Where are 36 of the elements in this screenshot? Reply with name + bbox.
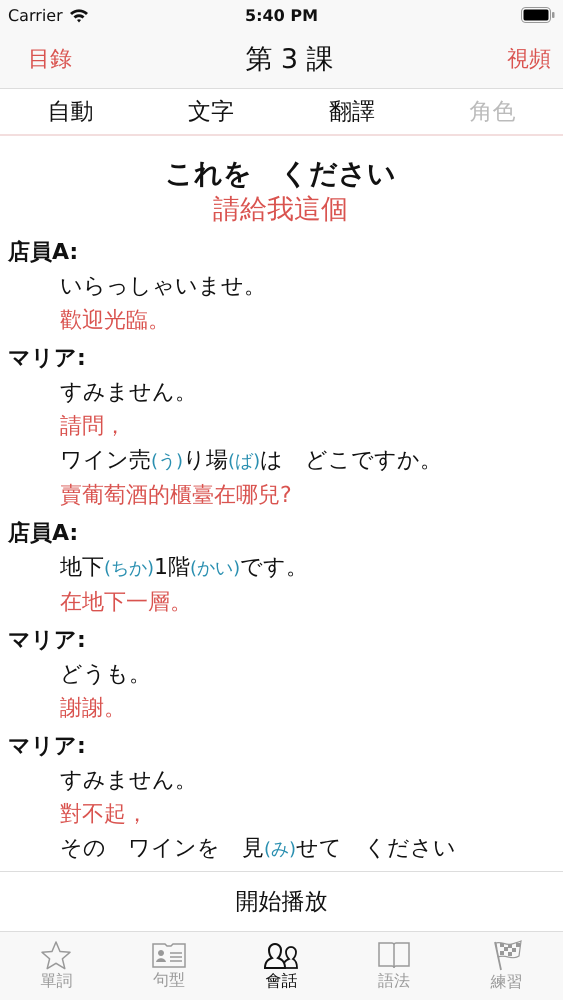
people-icon [263,940,300,970]
translation-line: 謝謝。 [59,695,126,723]
speaker-name: 店員A: [8,520,80,548]
japanese-line: いらっしゃいませ。 [59,273,266,301]
contents-button[interactable]: 目錄 [28,44,72,74]
star-icon [40,940,72,970]
translation-line: 歡迎光臨。 [59,307,170,335]
book-icon [376,940,412,970]
japanese-line: ワイン売(う)り場(ば)は どこですか。 [59,447,442,475]
translation-line: 對不起， [59,801,148,829]
id-card-icon [150,941,187,969]
japanese-line: すみません。 [59,379,197,407]
japanese-line: 地下(ちか)1階(かい)です。 [59,554,308,582]
battery-icon [521,7,555,23]
lesson-title: 第 3 課 [245,43,334,77]
tab-item[interactable]: 會話 [225,932,338,1000]
speaker-name: マリア: [8,345,87,373]
japanese-line: どうも。 [59,661,151,689]
video-button[interactable]: 視頻 [507,44,551,74]
carrier-label: Carrier [8,6,63,24]
translation-line: 在地下一層。 [59,589,192,617]
status-time: 5:40 PM [245,6,318,24]
tab-item[interactable]: 練習 [450,932,563,1000]
speaker-name: 店員A: [8,238,80,267]
dialogue-subtitle: 請給我這個 [212,193,349,227]
japanese-line: その ワインを 見(み)せて ください [59,835,456,863]
translation-line: 請問， [59,413,126,441]
tab-item[interactable]: 單詞 [0,932,113,1000]
speaker-name: マリア: [8,733,87,761]
tab-item[interactable]: 句型 [112,932,226,1000]
speaker-name: マリア: [8,627,87,655]
japanese-line: すみません。 [59,767,197,795]
dialogue-title: これを ください [164,156,397,192]
tab-item[interactable]: 語法 [338,932,450,1000]
translation-line: 賣葡萄酒的櫃臺在哪兒? [59,482,292,510]
wifi-icon [68,8,89,22]
